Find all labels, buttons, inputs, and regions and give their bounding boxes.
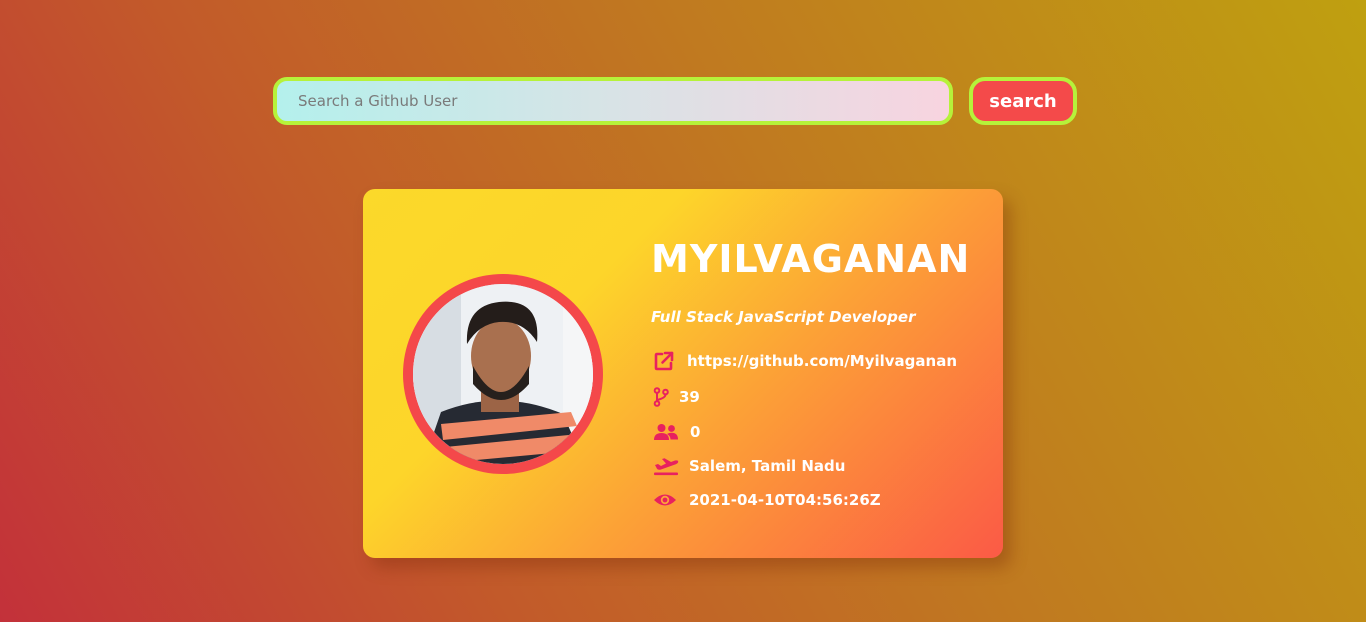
search-bar: [273, 77, 953, 125]
external-link-icon: [653, 350, 679, 372]
avatar-photo: [413, 284, 593, 464]
profile-link[interactable]: https://github.com/Myilvaganan: [687, 352, 957, 370]
updated-row: 2021-04-10T04:56:26Z: [653, 488, 881, 512]
profile-link-row: https://github.com/Myilvaganan: [653, 349, 957, 373]
user-name: MYILVAGANAN: [651, 237, 971, 281]
eye-icon: [653, 489, 679, 511]
avatar: [413, 284, 593, 464]
updated-at-text: 2021-04-10T04:56:26Z: [689, 491, 881, 509]
location-text: Salem, Tamil Nadu: [689, 457, 846, 475]
repos-row: 39: [653, 385, 700, 409]
location-row: Salem, Tamil Nadu: [653, 454, 845, 478]
user-bio: Full Stack JavaScript Developer: [651, 308, 916, 326]
profile-card: MYILVAGANAN Full Stack JavaScript Develo…: [363, 189, 1003, 558]
avatar-ring: [403, 274, 603, 474]
users-icon: [653, 421, 681, 443]
search-button[interactable]: search: [969, 77, 1077, 125]
search-input[interactable]: [277, 81, 949, 121]
code-branch-icon: [653, 386, 671, 408]
plane-departure-icon: [653, 455, 679, 477]
repos-count: 39: [679, 388, 700, 406]
followers-row: 0: [653, 420, 700, 444]
followers-count: 0: [690, 423, 701, 441]
